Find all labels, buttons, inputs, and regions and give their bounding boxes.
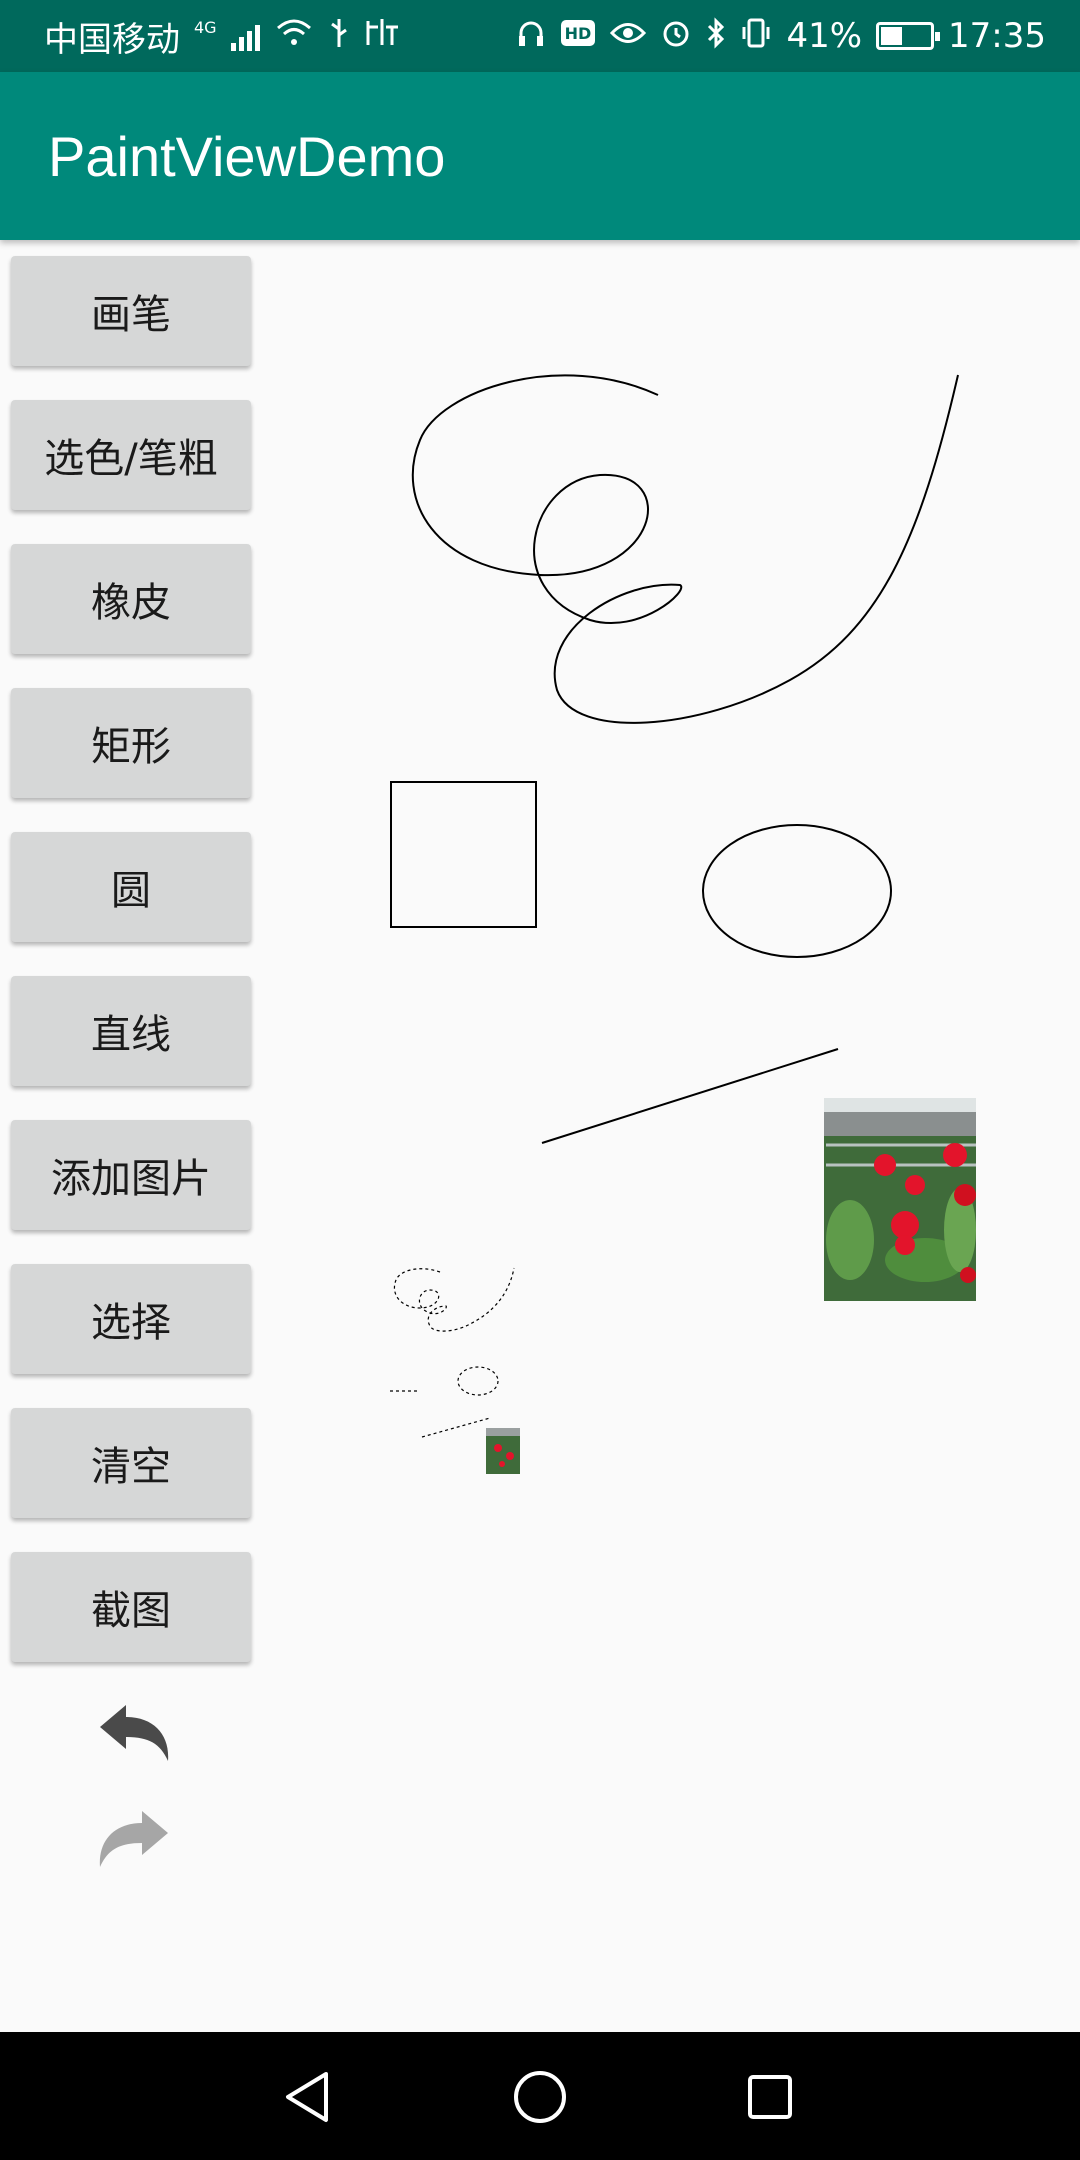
redo-button[interactable] [90, 1800, 178, 1880]
line-button[interactable]: 直线 [11, 976, 251, 1086]
pen-button[interactable]: 画笔 [11, 256, 251, 366]
back-button[interactable] [272, 2062, 342, 2132]
battery-percent-label: 41% [786, 16, 863, 56]
select-button[interactable]: 选择 [11, 1264, 251, 1374]
inserted-flower-image[interactable] [824, 1098, 976, 1301]
eraser-button[interactable]: 橡皮 [11, 544, 251, 654]
ellipse-shape [702, 824, 892, 958]
carrier-label: 中国移动 [44, 19, 180, 60]
status-left: 中国移动 4G [44, 12, 400, 61]
network-type-label: 4G [194, 17, 217, 37]
home-circle-icon [514, 2071, 566, 2123]
screenshot-button[interactable]: 截图 [11, 1552, 251, 1662]
status-right: HD 41% 17:35 [516, 16, 1046, 56]
redo-icon [99, 1811, 168, 1867]
rectangle-shape [390, 781, 537, 928]
tool-panel: 画笔 选色/笔粗 橡皮 矩形 圆 直线 添加图片 选择 清空 截图 [11, 256, 251, 1696]
rectangle-button[interactable]: 矩形 [11, 688, 251, 798]
scaled-copy-drawing[interactable] [390, 1267, 515, 1438]
usb-icon [328, 17, 350, 55]
status-bar: 中国移动 4G HD 41% 17:35 [0, 0, 1080, 72]
bluetooth-icon [706, 17, 726, 55]
eye-icon [610, 20, 647, 52]
hd-icon: HD [560, 18, 596, 54]
clear-button[interactable]: 清空 [11, 1408, 251, 1518]
add-image-button[interactable]: 添加图片 [11, 1120, 251, 1230]
navigation-bar [0, 2032, 1080, 2160]
freehand-stroke [411, 374, 959, 724]
svg-text:HD: HD [565, 24, 592, 43]
clock-label: 17:35 [948, 16, 1046, 56]
app-bar: PaintViewDemo [0, 72, 1080, 240]
alarm-icon [660, 17, 692, 55]
undo-button[interactable] [90, 1694, 178, 1774]
recents-square-icon [748, 2075, 792, 2119]
back-triangle-icon [286, 2072, 328, 2122]
circle-button[interactable]: 圆 [11, 832, 251, 942]
nfc-icon [364, 17, 400, 55]
small-flower-image[interactable] [486, 1428, 520, 1474]
headphones-icon [516, 18, 546, 54]
signal-icon [230, 21, 260, 51]
battery-icon [876, 22, 941, 50]
home-button[interactable] [505, 2062, 575, 2132]
color-width-button[interactable]: 选色/笔粗 [11, 400, 251, 510]
undo-icon [100, 1705, 169, 1761]
recents-button[interactable] [735, 2062, 805, 2132]
straight-line [541, 1048, 839, 1144]
vibrate-icon [740, 17, 772, 55]
app-title: PaintViewDemo [48, 124, 446, 188]
wifi-icon [274, 18, 314, 54]
